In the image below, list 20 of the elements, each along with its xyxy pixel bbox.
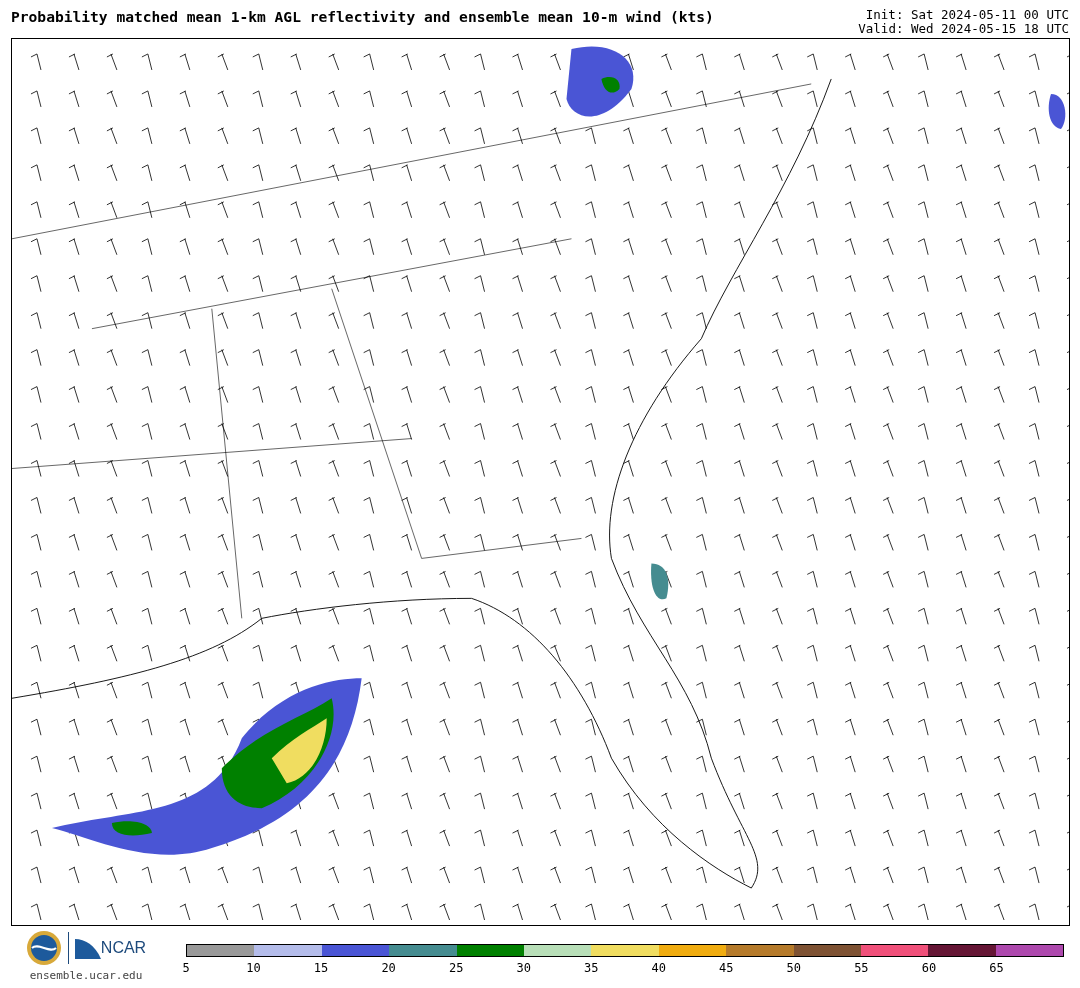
globe-logo-icon (25, 930, 62, 966)
website-url: ensemble.ucar.edu (29, 968, 143, 984)
scale-label: 15 (313, 960, 329, 977)
valid-time: Valid: Wed 2024-05-15 18 UTC (858, 22, 1069, 36)
scale-label: 65 (989, 960, 1004, 977)
scale-label: 60 (921, 960, 937, 977)
init-time: Init: Sat 2024-05-11 00 UTC (865, 8, 1069, 22)
scale-label: 55 (854, 960, 869, 977)
scale-label: 10 (246, 960, 261, 977)
scale-label: 5 (182, 960, 190, 977)
ncar-logo-text: NCAR (100, 938, 147, 958)
scale-label: 30 (516, 960, 531, 977)
scale-label: 20 (381, 960, 396, 977)
scale-label: 35 (584, 960, 599, 977)
scale-label: 40 (651, 960, 666, 977)
scale-label: 45 (719, 960, 734, 977)
ncar-logo-icon (74, 937, 101, 959)
scale-label: 50 (786, 960, 802, 977)
scale-label: 25 (448, 960, 464, 977)
map-title: Probability matched mean 1-km AGL reflectivity and ensemble mean 10-m wind (kts) (11, 8, 714, 26)
